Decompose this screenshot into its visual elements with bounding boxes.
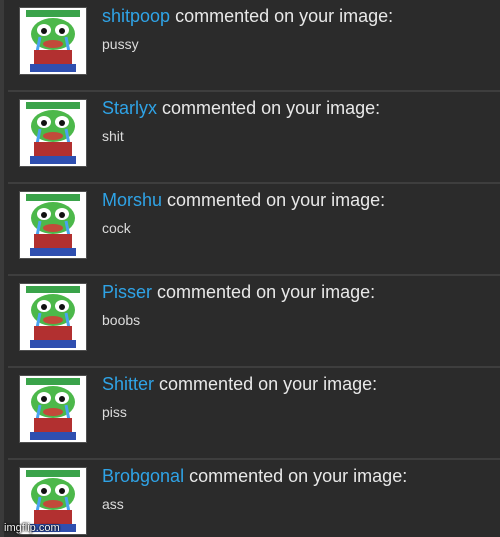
crying-frog-avatar-icon[interactable] xyxy=(19,99,87,167)
notification-item[interactable]: Morshu commented on your image: cock xyxy=(8,184,500,276)
username-link[interactable]: Pisser xyxy=(102,282,152,302)
notification-feed: shitpoop commented on your image: pussy xyxy=(0,0,500,537)
username-link[interactable]: shitpoop xyxy=(102,6,170,26)
comment-text: shit xyxy=(102,128,124,144)
crying-frog-avatar-icon[interactable] xyxy=(19,191,87,259)
notification-action: commented on your image: xyxy=(167,190,386,210)
notification-action: commented on your image: xyxy=(175,6,394,26)
notification-text: shitpoop commented on your image: xyxy=(102,6,393,27)
notification-item[interactable]: Starlyx commented on your image: shit xyxy=(8,92,500,184)
username-link[interactable]: Starlyx xyxy=(102,98,157,118)
notification-item[interactable]: Brobgonal commented on your image: ass xyxy=(8,460,500,537)
notification-item[interactable]: Shitter commented on your image: piss xyxy=(8,368,500,460)
notification-action: commented on your image: xyxy=(162,98,381,118)
comment-text: boobs xyxy=(102,312,141,328)
username-link[interactable]: Brobgonal xyxy=(102,466,184,486)
notification-text: Pisser commented on your image: xyxy=(102,282,375,303)
crying-frog-avatar-icon[interactable] xyxy=(19,283,87,351)
comment-text: cock xyxy=(102,220,131,236)
username-link[interactable]: Shitter xyxy=(102,374,154,394)
comment-text: piss xyxy=(102,404,127,420)
crying-frog-avatar-icon[interactable] xyxy=(19,7,87,75)
notification-action: commented on your image: xyxy=(157,282,376,302)
notification-text: Morshu commented on your image: xyxy=(102,190,385,211)
notification-item[interactable]: Pisser commented on your image: boobs xyxy=(8,276,500,368)
notification-item[interactable]: shitpoop commented on your image: pussy xyxy=(8,0,500,92)
comment-text: pussy xyxy=(102,36,139,52)
crying-frog-avatar-icon[interactable] xyxy=(19,375,87,443)
notification-action: commented on your image: xyxy=(189,466,408,486)
notification-text: Starlyx commented on your image: xyxy=(102,98,380,119)
notification-action: commented on your image: xyxy=(159,374,378,394)
notification-text: Brobgonal commented on your image: xyxy=(102,466,407,487)
notification-text: Shitter commented on your image: xyxy=(102,374,377,395)
username-link[interactable]: Morshu xyxy=(102,190,162,210)
comment-text: ass xyxy=(102,496,124,512)
watermark: imgflip.com xyxy=(4,522,60,534)
